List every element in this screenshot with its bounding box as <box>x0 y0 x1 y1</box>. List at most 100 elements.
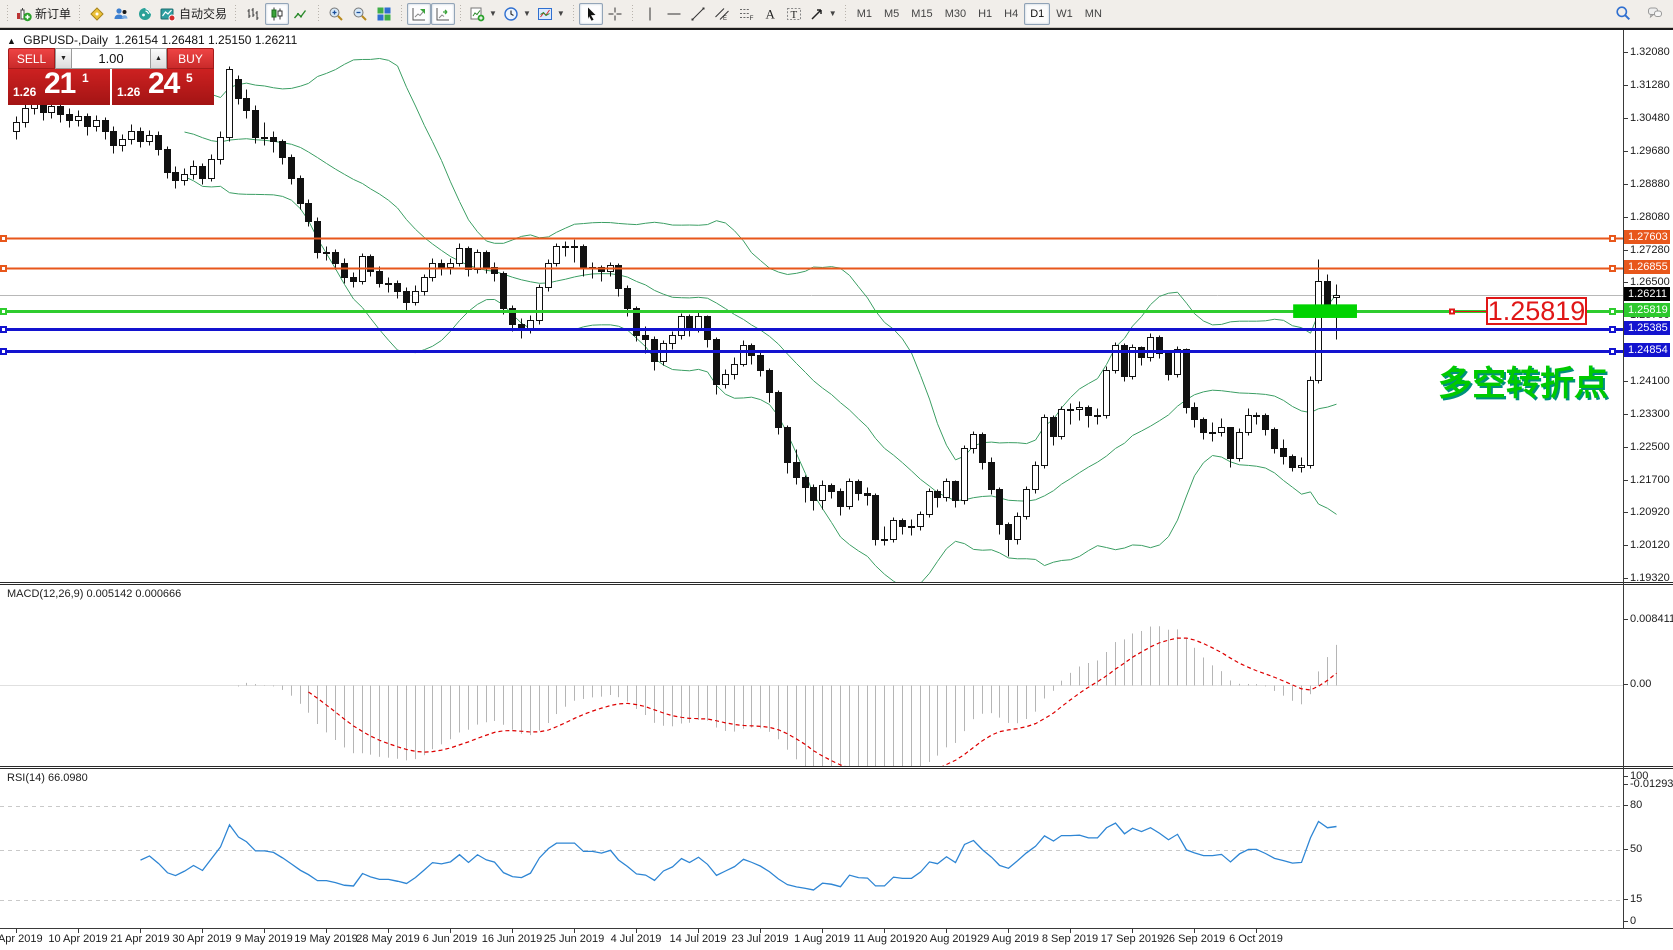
zoom-out-button[interactable] <box>348 3 372 25</box>
crosshair-button[interactable] <box>603 3 627 25</box>
time-axis-label: 25 Jun 2019 <box>544 933 605 945</box>
price-axis-tick: 1.20120 <box>1630 539 1670 551</box>
time-axis[interactable]: 1 Apr 201910 Apr 201921 Apr 201930 Apr 2… <box>0 928 1673 950</box>
price-axis-tick: 1.27280 <box>1630 244 1670 256</box>
one-click-trade-panel: SELL ▼ ▲ BUY 1.26 21 1 1.26 24 5 <box>8 48 214 105</box>
timeframe-h1[interactable]: H1 <box>972 3 998 25</box>
dropdown-arrow-icon[interactable]: ▼ <box>557 9 565 18</box>
macd-axis-tick: 0.008411 <box>1630 613 1673 625</box>
chat-button[interactable] <box>1643 2 1667 24</box>
search-icon <box>1615 5 1631 21</box>
label-icon: T <box>786 6 802 22</box>
community-icon <box>113 6 129 22</box>
dropdown-arrow-icon[interactable]: ▼ <box>829 9 837 18</box>
auto-trading-button-label: 自动交易 <box>179 5 227 22</box>
cursor-button[interactable] <box>579 3 603 25</box>
rsi-axis-tick: 0 <box>1630 915 1636 927</box>
price-chart[interactable] <box>0 30 1623 582</box>
timeframe-m1[interactable]: M1 <box>851 3 878 25</box>
volume-input[interactable] <box>72 48 150 69</box>
zoom-in-icon <box>328 6 344 22</box>
time-axis-label: 28 May 2019 <box>356 933 420 945</box>
rsi-axis-tick: 50 <box>1630 843 1642 855</box>
price-tag-box[interactable]: 1.25819 <box>1486 297 1587 325</box>
arrows-button[interactable]: ▼ <box>806 3 840 25</box>
sell-price-pips: 21 <box>44 69 75 101</box>
price-axis-tick: 1.32080 <box>1630 46 1670 58</box>
buy-button[interactable]: BUY <box>167 48 214 69</box>
sell-button[interactable]: SELL <box>8 48 55 69</box>
macd-label: MACD(12,26,9) 0.005142 0.000666 <box>7 588 181 600</box>
toolbar-grip <box>232 4 239 24</box>
search-button[interactable] <box>1611 2 1635 24</box>
sell-price-display[interactable]: 1.26 21 1 <box>8 69 110 105</box>
toolbar-grip <box>842 4 849 24</box>
price-axis-tick: 1.20920 <box>1630 506 1670 518</box>
toolbar-right <box>1611 2 1667 24</box>
volume-down-button[interactable]: ▼ <box>55 48 72 69</box>
vertical-line-button[interactable] <box>638 3 662 25</box>
time-axis-label: 23 Jul 2019 <box>732 933 789 945</box>
toolbar-grip <box>457 4 464 24</box>
toolbar: 新订单 自动交易 ▼ ▼ ▼ E FAT ▼ M1M5M15M30H1H4D1W1MN <box>0 0 1673 28</box>
new-order-button-label: 新订单 <box>35 5 71 22</box>
turning-point-text[interactable]: 多空转折点 <box>1438 356 1608 405</box>
timeframe-w1[interactable]: W1 <box>1050 3 1079 25</box>
fibonacci-button[interactable]: F <box>734 3 758 25</box>
zoom-in-button[interactable] <box>324 3 348 25</box>
new-chart-button[interactable]: ▼ <box>466 3 500 25</box>
horizontal-line-button[interactable] <box>662 3 686 25</box>
crosshair-icon <box>607 6 623 22</box>
dropdown-arrow-icon[interactable]: ▼ <box>523 9 531 18</box>
macd-axis-tick: 0.00 <box>1630 678 1651 690</box>
chat-icon <box>1647 5 1663 21</box>
timeframe-h4[interactable]: H4 <box>998 3 1024 25</box>
sell-price-point: 1 <box>82 71 89 85</box>
time-axis-label: 17 Sep 2019 <box>1101 933 1163 945</box>
candle-chart-button[interactable] <box>265 3 289 25</box>
timeframe-m5[interactable]: M5 <box>878 3 905 25</box>
label-button[interactable]: T <box>782 3 806 25</box>
collapse-panel-icon[interactable]: ▲ <box>7 36 16 46</box>
buy-price-display[interactable]: 1.26 24 5 <box>112 69 214 105</box>
volume-up-button[interactable]: ▲ <box>150 48 167 69</box>
macd-pane[interactable] <box>0 585 1623 766</box>
period-button[interactable]: ▼ <box>500 3 534 25</box>
price-axis-tick: 1.30480 <box>1630 112 1670 124</box>
rsi-pane[interactable] <box>0 769 1623 928</box>
equidistant-channel-button[interactable]: E <box>710 3 734 25</box>
buy-price-base: 1.26 <box>117 85 140 99</box>
timeframe-m30[interactable]: M30 <box>939 3 972 25</box>
time-axis-label: 1 Aug 2019 <box>794 933 850 945</box>
autoscroll-button[interactable] <box>431 3 455 25</box>
trendline-button[interactable] <box>686 3 710 25</box>
time-axis-label: 8 Sep 2019 <box>1042 933 1098 945</box>
text-button[interactable]: A <box>758 3 782 25</box>
svg-text:E: E <box>723 16 727 22</box>
hline-price-label: 1.25819 <box>1624 303 1670 317</box>
tile-windows-button[interactable] <box>372 3 396 25</box>
dropdown-arrow-icon[interactable]: ▼ <box>489 9 497 18</box>
quotes-button[interactable] <box>85 3 109 25</box>
new-order-button[interactable]: 新订单 <box>13 3 74 25</box>
signals-button[interactable] <box>133 3 157 25</box>
candle-chart-icon <box>269 6 285 22</box>
timeframe-mn[interactable]: MN <box>1079 3 1108 25</box>
line-chart-icon <box>293 6 309 22</box>
timeframe-d1[interactable]: D1 <box>1024 3 1050 25</box>
autoscroll-icon <box>435 6 451 22</box>
rsi-axis-tick: 80 <box>1630 799 1642 811</box>
timeframe-m15[interactable]: M15 <box>905 3 938 25</box>
community-button[interactable] <box>109 3 133 25</box>
bar-chart-button[interactable] <box>241 3 265 25</box>
time-axis-label: 4 Jul 2019 <box>611 933 662 945</box>
toolbar-grip <box>398 4 405 24</box>
shift-chart-button[interactable] <box>407 3 431 25</box>
hline-price-label: 1.26855 <box>1624 260 1670 274</box>
time-axis-label: 10 Apr 2019 <box>48 933 107 945</box>
period-icon <box>503 6 519 22</box>
auto-trading-button[interactable]: 自动交易 <box>157 3 230 25</box>
time-axis-label: 6 Jun 2019 <box>423 933 477 945</box>
line-chart-button[interactable] <box>289 3 313 25</box>
template-button[interactable]: ▼ <box>534 3 568 25</box>
